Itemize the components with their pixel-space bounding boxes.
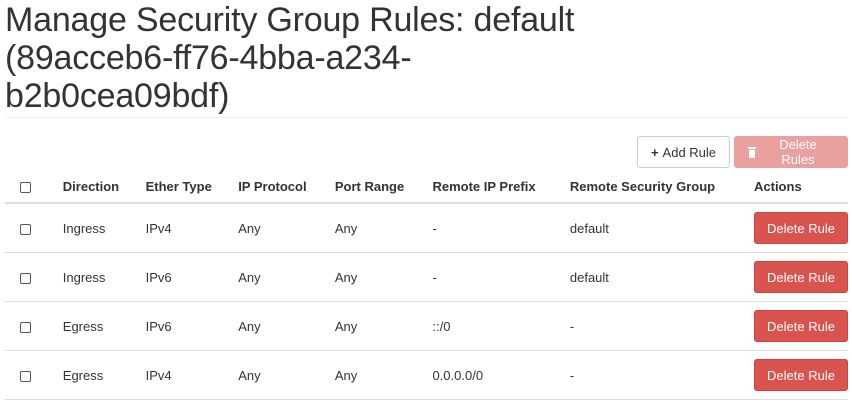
- cell-port-range: Any: [334, 252, 433, 302]
- trash-icon: [747, 146, 757, 158]
- cell-actions: Delete Rule: [754, 252, 848, 302]
- cell-ether-type: IPv4: [145, 350, 239, 400]
- cell-direction: Egress: [62, 350, 146, 400]
- select-all-checkbox[interactable]: [20, 181, 31, 193]
- security-group-rules-table: Direction Ether Type IP Protocol Port Ra…: [5, 170, 848, 400]
- cell-remote-security-group: -: [569, 301, 754, 351]
- cell-remote-ip-prefix: -: [432, 252, 570, 302]
- delete-rule-button[interactable]: Delete Rule: [754, 310, 848, 342]
- cell-direction: Ingress: [62, 252, 146, 302]
- cell-direction: Ingress: [62, 203, 146, 253]
- row-select-cell: [5, 301, 63, 351]
- add-rule-button[interactable]: + Add Rule: [637, 136, 730, 168]
- plus-icon: +: [650, 144, 659, 160]
- column-header-actions: Actions: [754, 170, 848, 204]
- title-divider: [5, 117, 848, 118]
- delete-rule-button[interactable]: Delete Rule: [754, 359, 848, 391]
- cell-port-range: Any: [334, 350, 433, 400]
- cell-ip-protocol: Any: [238, 350, 335, 400]
- cell-actions: Delete Rule: [754, 301, 848, 351]
- table-row: Ingress IPv6 Any Any - default Delete Ru…: [5, 252, 848, 302]
- cell-remote-security-group: -: [569, 350, 754, 400]
- row-select-cell: [5, 350, 63, 400]
- page-title: Manage Security Group Rules: default (89…: [5, 1, 575, 115]
- cell-actions: Delete Rule: [754, 350, 848, 400]
- delete-rule-button[interactable]: Delete Rule: [754, 212, 848, 244]
- cell-port-range: Any: [334, 301, 433, 351]
- add-rule-label: Add Rule: [662, 144, 717, 160]
- cell-remote-ip-prefix: -: [432, 203, 570, 253]
- cell-ip-protocol: Any: [238, 203, 335, 253]
- row-select-cell: [5, 203, 63, 253]
- cell-actions: Delete Rule: [754, 203, 848, 253]
- delete-rules-button[interactable]: Delete Rules: [734, 136, 848, 168]
- cell-remote-security-group: default: [569, 203, 754, 253]
- cell-ether-type: IPv6: [145, 301, 239, 351]
- row-checkbox[interactable]: [20, 272, 31, 284]
- cell-remote-security-group: default: [569, 252, 754, 302]
- column-header-direction[interactable]: Direction: [62, 170, 146, 204]
- table-row: Egress IPv4 Any Any 0.0.0.0/0 - Delete R…: [5, 350, 848, 400]
- table-header-row: Direction Ether Type IP Protocol Port Ra…: [5, 170, 848, 204]
- row-select-cell: [5, 252, 63, 302]
- cell-direction: Egress: [62, 301, 146, 351]
- cell-remote-ip-prefix: ::/0: [432, 301, 570, 351]
- table-row: Ingress IPv4 Any Any - default Delete Ru…: [5, 203, 848, 253]
- row-checkbox[interactable]: [20, 321, 31, 333]
- row-checkbox[interactable]: [20, 370, 31, 382]
- column-header-ip-protocol[interactable]: IP Protocol: [238, 170, 335, 204]
- delete-rule-button[interactable]: Delete Rule: [754, 261, 848, 293]
- cell-ether-type: IPv6: [145, 252, 239, 302]
- row-checkbox[interactable]: [20, 223, 31, 235]
- table-actions: + Add Rule Delete Rules: [637, 136, 848, 168]
- cell-ip-protocol: Any: [238, 301, 335, 351]
- cell-remote-ip-prefix: 0.0.0.0/0: [432, 350, 570, 400]
- column-header-remote-ip-prefix[interactable]: Remote IP Prefix: [432, 170, 570, 204]
- cell-port-range: Any: [334, 203, 433, 253]
- column-header-remote-security-group[interactable]: Remote Security Group: [569, 170, 754, 204]
- table-row: Egress IPv6 Any Any ::/0 - Delete Rule: [5, 301, 848, 351]
- select-all-cell: [5, 170, 63, 204]
- cell-ip-protocol: Any: [238, 252, 335, 302]
- delete-rules-label: Delete Rules: [779, 137, 817, 167]
- cell-ether-type: IPv4: [145, 203, 239, 253]
- column-header-port-range[interactable]: Port Range: [334, 170, 433, 204]
- column-header-ether-type[interactable]: Ether Type: [145, 170, 239, 204]
